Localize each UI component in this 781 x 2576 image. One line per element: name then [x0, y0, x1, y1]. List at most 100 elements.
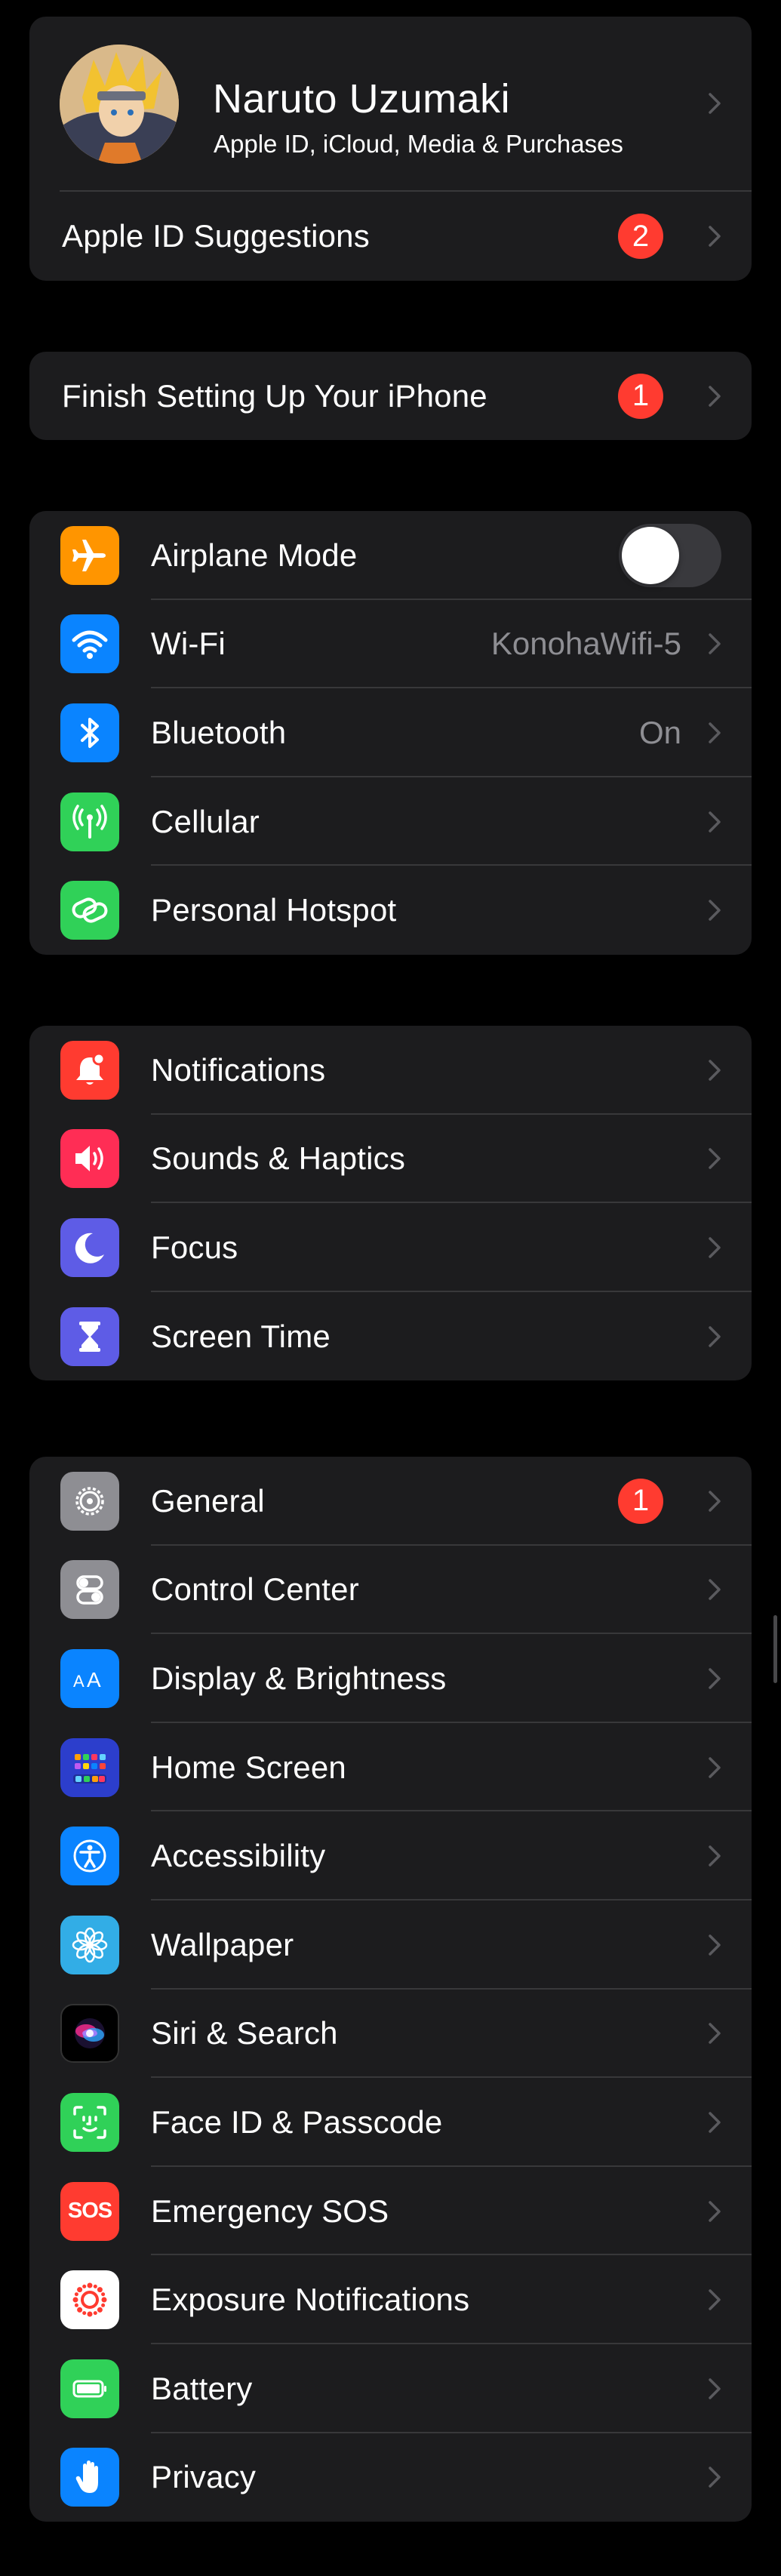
- cellular-label: Cellular: [151, 803, 260, 839]
- control-center-label: Control Center: [151, 1571, 359, 1608]
- bluetooth-icon: [60, 703, 119, 762]
- privacy-row[interactable]: Privacy: [29, 2433, 752, 2522]
- chevron-right-icon: [708, 1490, 721, 1513]
- chevron-right-icon: [708, 2288, 721, 2311]
- wallpaper-row[interactable]: Wallpaper: [29, 1900, 752, 1990]
- apple-id-suggestions-row[interactable]: Apple ID Suggestions 2: [29, 192, 752, 281]
- chevron-right-icon: [708, 899, 721, 922]
- chevron-right-icon: [708, 722, 721, 744]
- svg-text:A: A: [87, 1668, 101, 1691]
- bell-icon: [60, 1040, 119, 1100]
- notification-badge: 1: [618, 1478, 663, 1524]
- bluetooth-row[interactable]: Bluetooth On: [29, 688, 752, 777]
- screen-time-row[interactable]: Screen Time: [29, 1292, 752, 1380]
- scroll-indicator[interactable]: [773, 1615, 777, 1683]
- siri-search-label: Siri & Search: [151, 2015, 338, 2051]
- bluetooth-label: Bluetooth: [151, 714, 287, 750]
- cellular-row[interactable]: Cellular: [29, 777, 752, 866]
- display-brightness-row[interactable]: AA Display & Brightness: [29, 1634, 752, 1723]
- profile-subtitle: Apple ID, iCloud, Media & Purchases: [214, 130, 623, 158]
- chevron-right-icon: [708, 2200, 721, 2223]
- finish-setup-group: Finish Setting Up Your iPhone 1: [29, 352, 752, 440]
- chevron-right-icon: [708, 2377, 721, 2400]
- notifications-row[interactable]: Notifications: [29, 1026, 752, 1115]
- home-screen-row[interactable]: Home Screen: [29, 1723, 752, 1812]
- switches-icon: [60, 1560, 119, 1620]
- battery-label: Battery: [151, 2370, 253, 2406]
- control-center-row[interactable]: Control Center: [29, 1546, 752, 1635]
- system-group: General 1 Control Center AA Display & Br…: [29, 1457, 752, 2522]
- chevron-right-icon: [708, 225, 721, 248]
- airplane-mode-label: Airplane Mode: [151, 537, 358, 573]
- apple-id-group: Naruto Uzumaki Apple ID, iCloud, Media &…: [29, 17, 752, 281]
- wallpaper-label: Wallpaper: [151, 1926, 294, 1962]
- finish-setup-label: Finish Setting Up Your iPhone: [62, 377, 487, 414]
- avatar: [60, 45, 179, 164]
- siri-icon: [60, 2004, 119, 2064]
- face-id-icon: [60, 2092, 119, 2152]
- chevron-right-icon: [708, 2022, 721, 2045]
- airplane-mode-row: Airplane Mode: [29, 511, 752, 600]
- emergency-sos-row[interactable]: SOS Emergency SOS: [29, 2167, 752, 2256]
- home-screen-label: Home Screen: [151, 1749, 346, 1785]
- chevron-right-icon: [708, 1845, 721, 1867]
- chevron-right-icon: [708, 2111, 721, 2134]
- face-id-passcode-label: Face ID & Passcode: [151, 2104, 443, 2140]
- wifi-label: Wi-Fi: [151, 626, 226, 662]
- chevron-right-icon: [708, 1667, 721, 1690]
- sos-icon-text: SOS: [67, 2199, 112, 2224]
- chevron-right-icon: [708, 1147, 721, 1170]
- chevron-right-icon: [708, 385, 721, 408]
- gear-icon: [60, 1471, 119, 1531]
- airplane-icon: [60, 525, 119, 585]
- finish-setup-row[interactable]: Finish Setting Up Your iPhone 1: [29, 352, 752, 440]
- battery-icon: [60, 2359, 119, 2418]
- personal-hotspot-row[interactable]: Personal Hotspot: [29, 866, 752, 955]
- chevron-right-icon: [708, 1756, 721, 1779]
- emergency-sos-label: Emergency SOS: [151, 2193, 389, 2229]
- sos-icon: SOS: [60, 2181, 119, 2241]
- chevron-right-icon: [708, 1934, 721, 1956]
- connectivity-group: Airplane Mode Wi-Fi KonohaWifi-5 Bluetoo…: [29, 511, 752, 955]
- flower-icon: [60, 1915, 119, 1974]
- chevron-right-icon: [708, 811, 721, 833]
- chevron-right-icon: [708, 1236, 721, 1259]
- chevron-right-icon: [708, 1059, 721, 1082]
- accessibility-icon: [60, 1827, 119, 1886]
- exposure-notifications-row[interactable]: Exposure Notifications: [29, 2255, 752, 2344]
- general-row[interactable]: General 1: [29, 1457, 752, 1546]
- focus-label: Focus: [151, 1229, 238, 1265]
- privacy-label: Privacy: [151, 2459, 257, 2495]
- sounds-haptics-row[interactable]: Sounds & Haptics: [29, 1115, 752, 1204]
- hand-icon: [60, 2448, 119, 2507]
- profile-row[interactable]: Naruto Uzumaki Apple ID, iCloud, Media &…: [29, 17, 752, 190]
- general-label: General: [151, 1482, 265, 1519]
- wifi-network-value: KonohaWifi-5: [490, 626, 681, 662]
- exposure-notifications-label: Exposure Notifications: [151, 2282, 470, 2318]
- battery-row[interactable]: Battery: [29, 2344, 752, 2433]
- airplane-mode-toggle[interactable]: [619, 523, 721, 587]
- display-brightness-label: Display & Brightness: [151, 1660, 447, 1696]
- chevron-right-icon: [708, 1325, 721, 1348]
- wifi-row[interactable]: Wi-Fi KonohaWifi-5: [29, 600, 752, 689]
- bluetooth-value: On: [638, 714, 681, 750]
- accessibility-row[interactable]: Accessibility: [29, 1811, 752, 1900]
- focus-row[interactable]: Focus: [29, 1203, 752, 1292]
- chevron-right-icon: [708, 2466, 721, 2488]
- hotspot-icon: [60, 881, 119, 940]
- cellular-icon: [60, 792, 119, 851]
- face-id-passcode-row[interactable]: Face ID & Passcode: [29, 2078, 752, 2167]
- sounds-haptics-label: Sounds & Haptics: [151, 1140, 406, 1177]
- siri-search-row[interactable]: Siri & Search: [29, 1990, 752, 2079]
- notification-badge: 1: [618, 373, 663, 419]
- apple-id-suggestions-label: Apple ID Suggestions: [62, 218, 370, 254]
- wifi-icon: [60, 614, 119, 674]
- profile-name: Naruto Uzumaki: [213, 76, 511, 122]
- accessibility-label: Accessibility: [151, 1838, 326, 1874]
- screen-time-label: Screen Time: [151, 1318, 331, 1354]
- attention-group: Notifications Sounds & Haptics Focus Scr…: [29, 1026, 752, 1380]
- notifications-label: Notifications: [151, 1051, 326, 1088]
- text-size-icon: AA: [60, 1648, 119, 1708]
- moon-icon: [60, 1217, 119, 1277]
- exposure-icon: [60, 2270, 119, 2330]
